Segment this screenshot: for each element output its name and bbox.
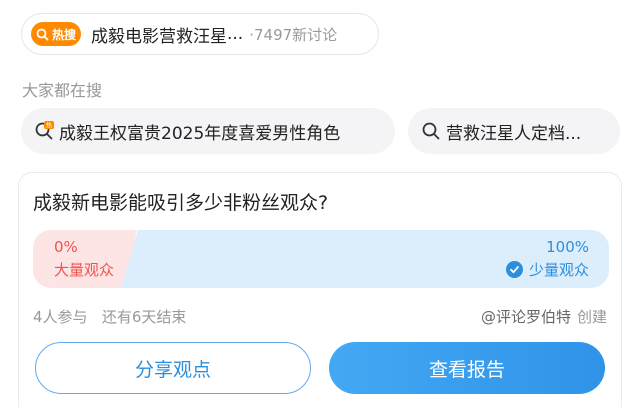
poll-result-bars[interactable]: 0% 大量观众 100% 少量观众 (33, 230, 609, 288)
suggestion-text: 成毅王权富贵2025年度喜爱男性角色 (59, 123, 341, 144)
poll-card: 成毅新电影能吸引多少非粉丝观众? 0% 大量观众 100% 少量观众 4人参与 … (18, 172, 622, 407)
hot-search-badge: 热搜 (31, 22, 81, 46)
section-label: 大家都在搜 (22, 81, 103, 100)
svg-text:热: 热 (46, 122, 52, 130)
poll-option-percent-few: 100% (546, 238, 589, 256)
poll-option-percent-many: 0% (54, 238, 78, 256)
suggestion-chip-1[interactable]: 热 成毅王权富贵2025年度喜爱男性角色 (21, 108, 395, 154)
search-icon (421, 121, 441, 141)
check-circle-icon (505, 261, 523, 278)
suggestion-chip-2[interactable]: 营救汪星人定档... (408, 108, 620, 154)
creator-link[interactable]: @评论罗伯特 (481, 306, 571, 327)
search-icon (36, 28, 49, 40)
poll-creator: @评论罗伯特 创建 (481, 306, 607, 327)
suggestion-text: 营救汪星人定档... (446, 123, 582, 144)
poll-option-label-many: 大量观众 (54, 261, 115, 279)
hot-search-ellipsis: ... (227, 24, 244, 44)
poll-meta: 4人参与 还有6天结束 (33, 308, 187, 326)
poll-question: 成毅新电影能吸引多少非粉丝观众? (33, 192, 329, 214)
hot-search-title: 成毅电影营救汪星 (91, 26, 227, 47)
hot-search-icon: 热 (34, 121, 54, 141)
hot-badge-label: 热搜 (51, 27, 76, 42)
poll-option-label-few-wrap: 少量观众 (505, 259, 589, 280)
hot-search-pill[interactable]: 热搜 成毅电影营救汪星 ... ·7497新讨论 (21, 13, 379, 55)
creator-suffix: 创建 (576, 308, 607, 326)
poll-option-label-few: 少量观众 (528, 261, 589, 279)
share-opinion-button[interactable]: 分享观点 (35, 342, 311, 394)
hot-search-discussion-count: ·7497新讨论 (249, 25, 338, 44)
view-report-button[interactable]: 查看报告 (329, 342, 605, 394)
